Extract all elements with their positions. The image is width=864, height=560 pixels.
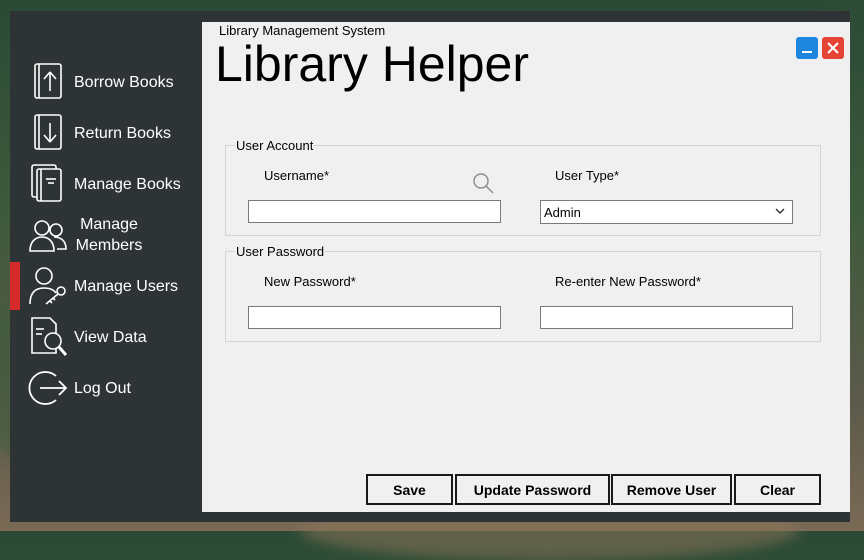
books-stack-icon bbox=[26, 162, 70, 206]
user-type-label: User Type* bbox=[555, 168, 620, 183]
new-password-label: New Password* bbox=[264, 274, 356, 289]
sidebar-item-label: Return Books bbox=[74, 124, 171, 142]
update-password-button[interactable]: Update Password bbox=[455, 474, 610, 505]
reenter-password-input[interactable] bbox=[540, 306, 793, 329]
main-panel: Library Management System Library Helper… bbox=[202, 22, 850, 512]
sidebar-item-label: Manage Users bbox=[74, 277, 179, 295]
sidebar-item-label: Manage Members bbox=[75, 216, 143, 254]
user-type-selected-value: Admin bbox=[544, 204, 581, 220]
sidebar-item-label: View Data bbox=[74, 328, 147, 346]
user-password-group: User Password New Password* Re-enter New… bbox=[225, 244, 821, 342]
borrow-book-icon bbox=[26, 60, 70, 104]
sidebar-item-view-data[interactable]: View Data bbox=[10, 313, 202, 361]
group-title: User Account bbox=[235, 138, 315, 153]
sidebar-item-label: Manage Books bbox=[74, 175, 181, 193]
minimize-button[interactable] bbox=[796, 37, 818, 59]
clear-button[interactable]: Clear bbox=[734, 474, 821, 505]
logout-icon bbox=[26, 366, 70, 410]
sidebar-item-label: Log Out bbox=[74, 379, 131, 397]
close-button[interactable] bbox=[822, 37, 844, 59]
chevron-down-icon bbox=[774, 204, 786, 221]
app-window: Borrow Books Return Books Manage Books M… bbox=[10, 11, 850, 522]
group-title: User Password bbox=[235, 244, 326, 259]
return-book-icon bbox=[26, 111, 70, 155]
sidebar-item-label: Borrow Books bbox=[74, 73, 174, 91]
username-input[interactable] bbox=[248, 200, 501, 223]
new-password-input[interactable] bbox=[248, 306, 501, 329]
sidebar-item-manage-members[interactable]: Manage Members bbox=[10, 211, 202, 259]
sidebar: Borrow Books Return Books Manage Books M… bbox=[10, 11, 202, 522]
sidebar-item-log-out[interactable]: Log Out bbox=[10, 364, 202, 412]
sidebar-item-manage-users[interactable]: Manage Users bbox=[10, 262, 202, 310]
close-icon bbox=[827, 42, 839, 54]
user-type-select[interactable]: Admin bbox=[540, 200, 793, 224]
sidebar-item-borrow-books[interactable]: Borrow Books bbox=[10, 58, 202, 106]
members-icon bbox=[26, 213, 70, 257]
user-key-icon bbox=[26, 264, 70, 308]
username-label: Username* bbox=[264, 168, 330, 183]
page-title: Library Helper bbox=[215, 36, 530, 92]
minimize-icon bbox=[802, 51, 812, 53]
sidebar-item-return-books[interactable]: Return Books bbox=[10, 109, 202, 157]
sidebar-item-manage-books[interactable]: Manage Books bbox=[10, 160, 202, 208]
search-icon[interactable] bbox=[472, 172, 496, 200]
save-button[interactable]: Save bbox=[366, 474, 453, 505]
reenter-password-label: Re-enter New Password* bbox=[555, 274, 701, 289]
user-account-group: User Account Username* User Type* Admin bbox=[225, 138, 821, 236]
document-search-icon bbox=[26, 315, 70, 359]
remove-user-button[interactable]: Remove User bbox=[611, 474, 732, 505]
